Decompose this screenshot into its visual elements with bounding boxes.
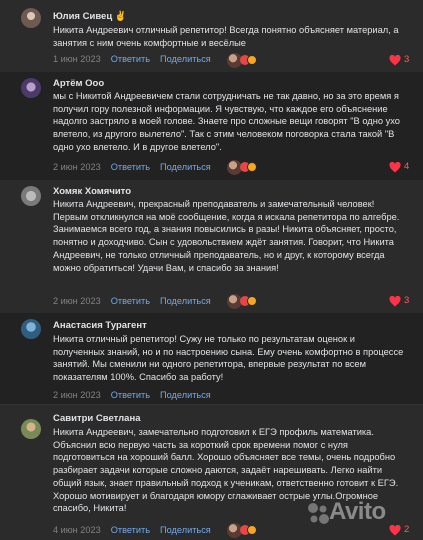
comment-text: Никита Андреевич, прекрасный преподавате… [53, 199, 400, 273]
comment-date: 4 июн 2023 [53, 525, 101, 535]
reaction-icons [240, 55, 258, 65]
comment-item: Артём Ооо мы с Никитой Андреевичем стали… [0, 72, 423, 180]
comment-meta: 1 июн 2023 Ответить Поделиться [53, 54, 211, 64]
share-button[interactable]: Поделиться [160, 390, 211, 400]
comment-author[interactable]: Юлия Сивец ✌ [53, 11, 127, 22]
reaction-icons [240, 296, 258, 306]
like-count: 3 [404, 54, 410, 65]
reply-button[interactable]: Ответить [111, 525, 150, 535]
comment-text: мы с Никитой Андреевичем стали сотруднич… [53, 91, 400, 152]
heart-icon[interactable] [389, 55, 401, 66]
comment-date: 2 июн 2023 [53, 296, 101, 306]
reply-button[interactable]: Ответить [111, 162, 150, 172]
comment-author[interactable]: Артём Ооо [53, 78, 104, 89]
comment-author[interactable]: Анастасия Турагент [53, 320, 147, 331]
comment-date: 2 июн 2023 [53, 390, 101, 400]
comment-meta: 2 июн 2023 Ответить Поделиться [53, 162, 211, 172]
comment-meta: 4 июн 2023 Ответить Поделиться [53, 525, 211, 535]
like-count: 4 [404, 161, 410, 172]
comment-text: Никита Андреевич отличный репетитор! Все… [53, 25, 399, 48]
comment-item: Юлия Сивец ✌ Никита Андреевич отличный р… [0, 0, 423, 72]
reaction-icons [240, 525, 258, 535]
comment-meta: 2 июн 2023 Ответить Поделиться [53, 296, 211, 306]
avito-logo-icon [308, 503, 329, 524]
like-count: 3 [404, 295, 410, 306]
share-button[interactable]: Поделиться [160, 54, 211, 64]
reply-button[interactable]: Ответить [111, 296, 150, 306]
avatar[interactable] [21, 186, 41, 206]
avatar[interactable] [21, 419, 41, 439]
heart-icon[interactable] [389, 162, 401, 173]
avatar[interactable] [21, 78, 41, 98]
comment-author[interactable]: Хомяк Хомячито [53, 186, 131, 197]
share-button[interactable]: Поделиться [160, 162, 211, 172]
avatar[interactable] [21, 8, 41, 28]
reply-button[interactable]: Ответить [111, 390, 150, 400]
comment-date: 1 июн 2023 [53, 54, 101, 64]
comment-date: 2 июн 2023 [53, 162, 101, 172]
share-button[interactable]: Поделиться [160, 296, 211, 306]
comment-item: Хомяк Хомячито Никита Андреевич, прекрас… [0, 180, 423, 313]
comment-meta: 2 июн 2023 Ответить Поделиться [53, 390, 211, 400]
share-button[interactable]: Поделиться [160, 525, 211, 535]
comment-text: Никита отличный репетитор! Сужу не тольк… [53, 334, 404, 383]
avatar[interactable] [21, 319, 41, 339]
watermark: Avito [329, 498, 386, 525]
reaction-icons [240, 162, 258, 172]
heart-icon[interactable] [389, 296, 401, 307]
comment-author[interactable]: Савитри Светлана [53, 413, 140, 424]
reply-button[interactable]: Ответить [111, 54, 150, 64]
